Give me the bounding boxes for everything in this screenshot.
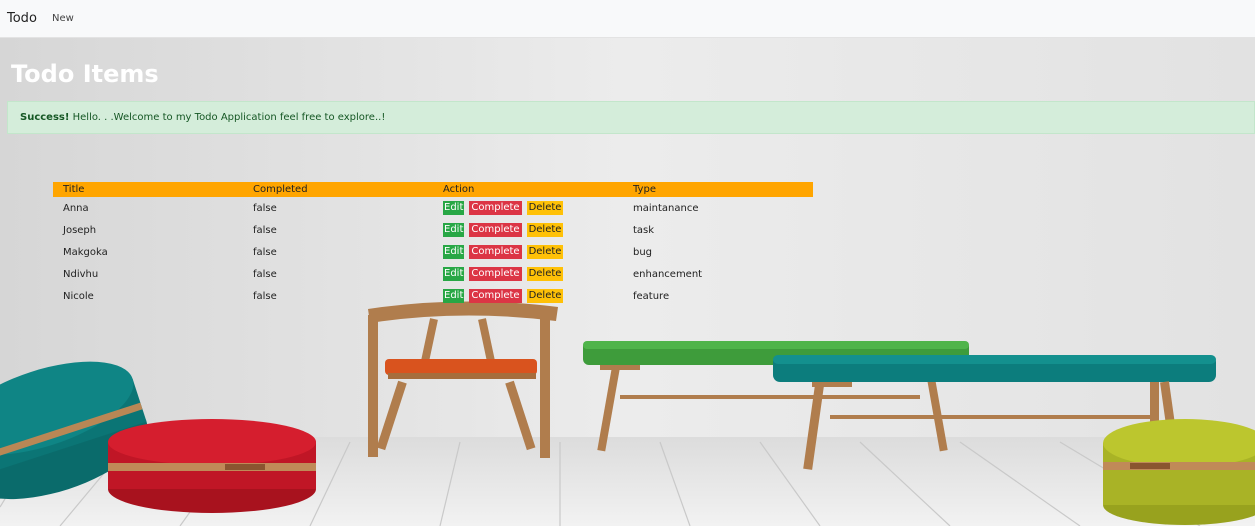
complete-button[interactable]: Complete xyxy=(469,267,522,281)
success-alert: Success! Hello. . .Welcome to my Todo Ap… xyxy=(7,101,1255,134)
edit-button[interactable]: Edit xyxy=(443,223,465,237)
cell-actions: Edit Complete Delete xyxy=(433,219,623,241)
header-type: Type xyxy=(623,182,813,197)
table-row: Nicole false Edit Complete Delete feature xyxy=(53,285,813,307)
cell-actions: Edit Complete Delete xyxy=(433,285,623,307)
edit-button[interactable]: Edit xyxy=(443,289,465,303)
cell-type: task xyxy=(633,224,655,236)
complete-button[interactable]: Complete xyxy=(469,289,522,303)
cell-title: Joseph xyxy=(63,224,97,236)
table-row: Joseph false Edit Complete Delete task xyxy=(53,219,813,241)
page-title: Todo Items xyxy=(11,60,159,88)
delete-button[interactable]: Delete xyxy=(526,201,564,215)
complete-button[interactable]: Complete xyxy=(469,201,522,215)
cell-title: Anna xyxy=(63,202,89,214)
navbar-brand[interactable]: Todo xyxy=(7,11,37,26)
delete-button[interactable]: Delete xyxy=(526,267,564,281)
header-completed: Completed xyxy=(243,182,433,197)
alert-message: Hello. . .Welcome to my Todo Application… xyxy=(69,112,386,123)
table-header-row: Title Completed Action Type xyxy=(53,182,813,197)
delete-button[interactable]: Delete xyxy=(526,289,564,303)
edit-button[interactable]: Edit xyxy=(443,267,465,281)
alert-strong: Success! xyxy=(20,112,70,123)
complete-button[interactable]: Complete xyxy=(469,245,522,259)
table-row: Ndivhu false Edit Complete Delete enhancem… xyxy=(53,263,813,285)
cell-type: bug xyxy=(633,246,653,258)
delete-button[interactable]: Delete xyxy=(526,245,564,259)
table-row: Anna false Edit Complete Delete maintananc… xyxy=(53,197,813,219)
header-title: Title xyxy=(53,182,243,197)
cell-title: Ndivhu xyxy=(63,268,99,280)
table-row: Makgoka false Edit Complete Delete bug xyxy=(53,241,813,263)
cell-completed: false xyxy=(253,224,277,236)
cell-completed: false xyxy=(253,290,277,302)
cell-type: maintanance xyxy=(633,202,699,214)
cell-completed: false xyxy=(253,202,277,214)
cell-actions: Edit Complete Delete xyxy=(433,263,623,285)
cell-actions: Edit Complete Delete xyxy=(433,241,623,263)
cell-actions: Edit Complete Delete xyxy=(433,197,623,219)
edit-button[interactable]: Edit xyxy=(443,245,465,259)
cell-type: feature xyxy=(633,290,670,302)
cell-completed: false xyxy=(253,246,277,258)
cell-type: enhancement xyxy=(633,268,703,280)
cell-title: Makgoka xyxy=(63,246,108,258)
nav-new-link[interactable]: New xyxy=(52,13,74,24)
delete-button[interactable]: Delete xyxy=(526,223,564,237)
cell-title: Nicole xyxy=(63,290,94,302)
header-action: Action xyxy=(433,182,623,197)
navbar: Todo New xyxy=(0,0,1255,38)
complete-button[interactable]: Complete xyxy=(469,223,522,237)
edit-button[interactable]: Edit xyxy=(443,201,465,215)
todo-table: Title Completed Action Type Anna false E… xyxy=(53,182,813,307)
cell-completed: false xyxy=(253,268,277,280)
